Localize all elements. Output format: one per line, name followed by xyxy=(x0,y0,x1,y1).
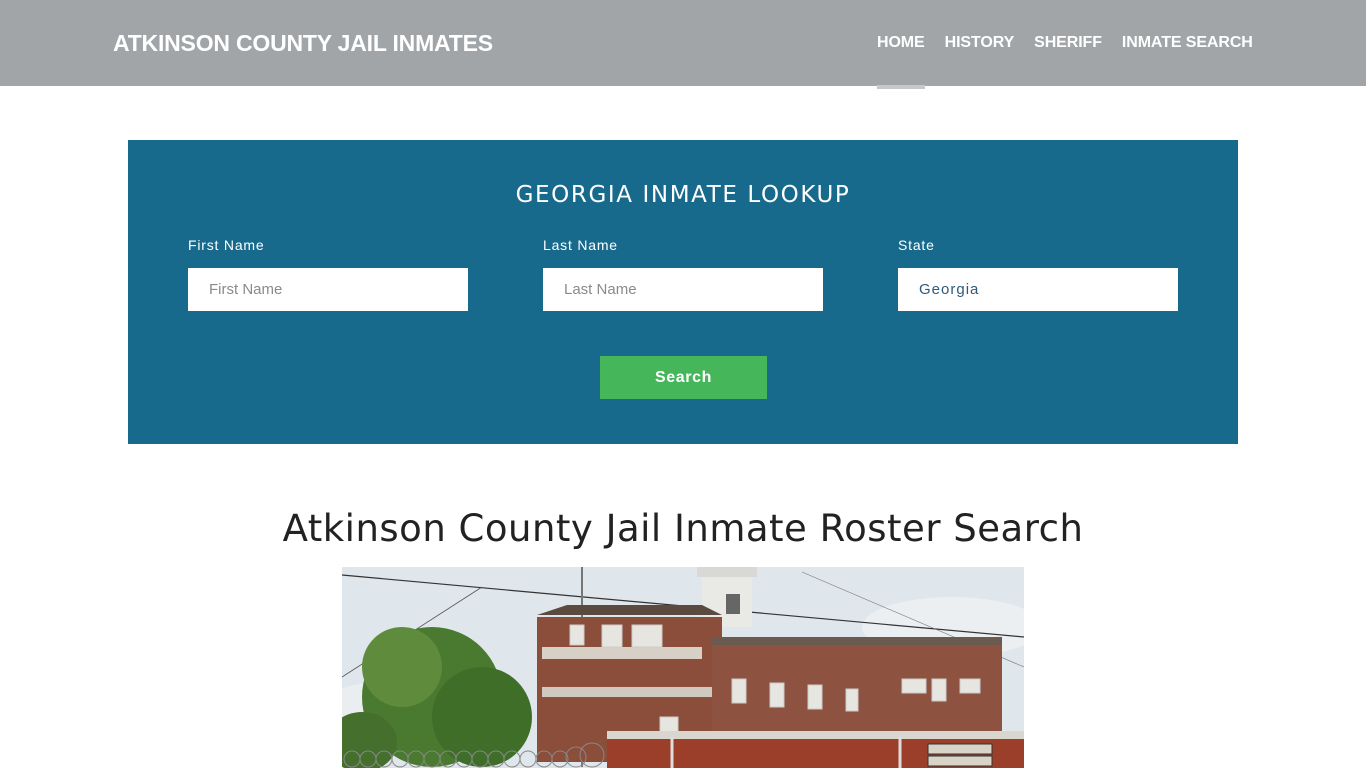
nav-inmate-search[interactable]: INMATE SEARCH xyxy=(1122,34,1253,52)
state-selected-value: Georgia xyxy=(919,281,980,298)
search-button[interactable]: Search xyxy=(600,356,767,399)
first-name-field-group: First Name xyxy=(188,237,468,311)
jail-building-illustration xyxy=(342,567,1024,768)
inmate-lookup-panel: GEORGIA INMATE LOOKUP First Name Last Na… xyxy=(128,140,1238,444)
state-field-group: State Georgia xyxy=(898,237,1178,311)
state-select[interactable]: Georgia xyxy=(898,268,1178,311)
state-label: State xyxy=(898,237,935,253)
sheriff-sign-line1-bg xyxy=(927,743,993,755)
first-name-input[interactable] xyxy=(188,268,468,311)
site-header: ATKINSON COUNTY JAIL INMATES HOME HISTOR… xyxy=(0,0,1366,89)
lookup-title: GEORGIA INMATE LOOKUP xyxy=(515,182,851,208)
site-brand-link[interactable]: ATKINSON COUNTY JAIL INMATES xyxy=(113,30,493,57)
last-name-field-group: Last Name xyxy=(543,237,823,311)
last-name-label: Last Name xyxy=(543,237,618,253)
jail-building-photo xyxy=(342,567,1024,768)
main-nav: HOME HISTORY SHERIFF INMATE SEARCH xyxy=(877,34,1273,89)
nav-history[interactable]: HISTORY xyxy=(945,34,1015,52)
last-name-input[interactable] xyxy=(543,268,823,311)
page-title: Atkinson County Jail Inmate Roster Searc… xyxy=(282,507,1084,550)
nav-sheriff[interactable]: SHERIFF xyxy=(1034,34,1102,52)
nav-home[interactable]: HOME xyxy=(877,34,925,89)
sheriff-sign-line2-bg xyxy=(927,755,993,767)
first-name-label: First Name xyxy=(188,237,265,253)
